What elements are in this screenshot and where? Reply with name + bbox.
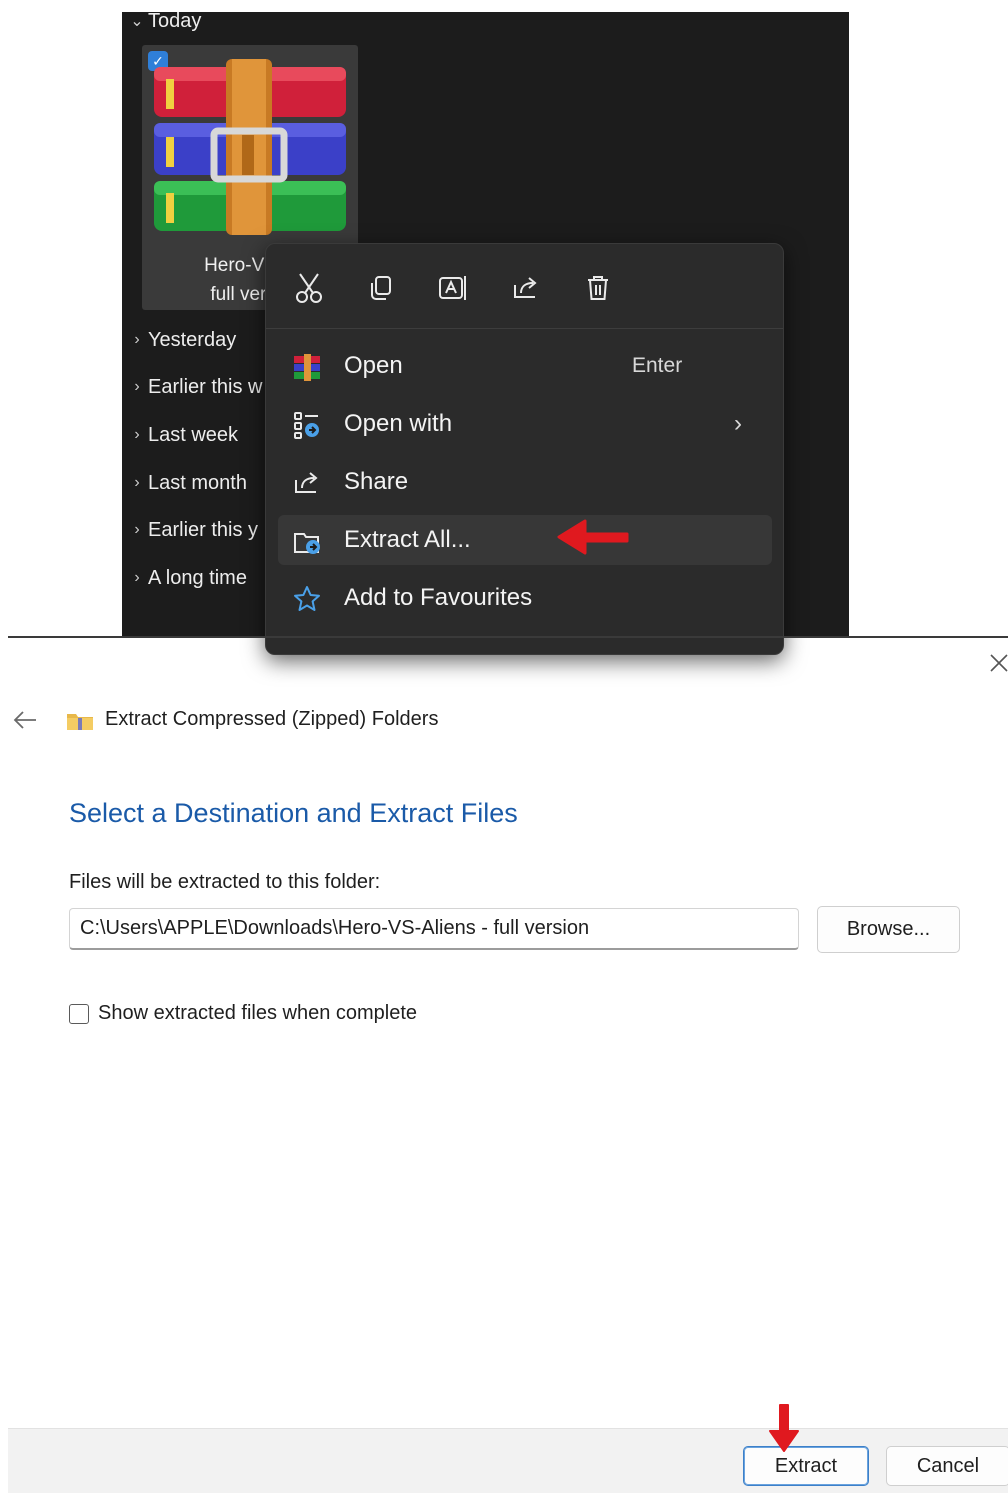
menu-item-share[interactable]: Share — [278, 457, 772, 507]
cut-icon[interactable] — [291, 270, 327, 306]
destination-path-input[interactable] — [69, 908, 799, 950]
group-label: Earlier this y — [148, 518, 259, 541]
group-label: Yesterday — [148, 328, 237, 351]
menu-item-shortcut: Enter — [632, 354, 683, 377]
delete-icon[interactable] — [580, 270, 616, 306]
open-with-icon — [294, 412, 319, 439]
group-label: Last month — [148, 471, 247, 494]
menu-item-label: Add to Favourites — [344, 584, 533, 611]
dialog-heading: Select a Destination and Extract Files — [69, 798, 518, 828]
chevron-right-icon: › — [134, 378, 140, 395]
menu-item-label: Share — [344, 468, 409, 495]
zip-folder-icon — [67, 714, 93, 730]
copy-icon[interactable] — [363, 270, 399, 306]
close-icon[interactable] — [988, 652, 1008, 674]
chevron-right-icon: › — [134, 474, 140, 491]
winrar-archive-icon — [154, 59, 346, 235]
menu-item-add-to-favourites[interactable]: Add to Favourites — [278, 573, 772, 623]
group-last-month[interactable]: › Last month — [122, 468, 247, 498]
menu-item-label: Extract All... — [344, 526, 471, 553]
destination-label: Files will be extracted to this folder: — [69, 871, 381, 893]
menu-item-label: Open with — [344, 410, 453, 437]
context-menu: Open Enter Open with › Share Extract All… — [265, 243, 784, 655]
group-today[interactable]: ⌄ Today — [122, 12, 201, 36]
annotation-arrow-icon — [769, 1404, 799, 1452]
winrar-icon — [294, 354, 320, 381]
menu-item-open[interactable]: Open Enter — [278, 341, 772, 391]
menu-item-label: Open — [344, 352, 403, 379]
divider — [8, 636, 1008, 638]
group-yesterday[interactable]: › Yesterday — [122, 325, 236, 355]
share-icon[interactable] — [508, 270, 544, 306]
group-label: A long time — [148, 566, 247, 589]
share-icon — [295, 472, 318, 493]
context-menu-toolbar — [266, 244, 783, 329]
group-last-week[interactable]: › Last week — [122, 420, 238, 450]
group-earlier-this-year[interactable]: › Earlier this y — [122, 515, 258, 545]
star-icon — [294, 586, 320, 611]
chevron-right-icon: › — [134, 569, 140, 586]
menu-item-extract-all[interactable]: Extract All... — [278, 515, 772, 565]
cancel-button[interactable]: Cancel — [886, 1446, 1008, 1486]
chevron-right-icon: › — [134, 426, 140, 443]
chevron-right-icon: › — [134, 331, 140, 348]
group-label: Last week — [148, 423, 239, 446]
group-label: Today — [148, 12, 202, 32]
menu-item-open-with[interactable]: Open with › — [278, 399, 772, 449]
dialog-title: Extract Compressed (Zipped) Folders — [105, 708, 439, 730]
chevron-right-icon: › — [134, 521, 140, 538]
annotation-arrow-icon — [557, 519, 629, 555]
group-earlier-this-week[interactable]: › Earlier this w — [122, 372, 262, 402]
back-arrow-icon[interactable] — [12, 709, 38, 731]
show-extracted-files-checkbox[interactable] — [69, 1004, 89, 1024]
chevron-right-icon: › — [734, 410, 742, 437]
group-label: Earlier this w — [148, 375, 263, 398]
rename-icon[interactable] — [435, 270, 471, 306]
show-extracted-files-label: Show extracted files when complete — [98, 1002, 418, 1024]
browse-button[interactable]: Browse... — [817, 906, 960, 953]
extract-button[interactable]: Extract — [743, 1446, 869, 1486]
extract-icon — [294, 533, 320, 554]
group-a-long-time-ago[interactable]: › A long time — [122, 563, 247, 593]
chevron-down-icon: ⌄ — [130, 13, 144, 30]
